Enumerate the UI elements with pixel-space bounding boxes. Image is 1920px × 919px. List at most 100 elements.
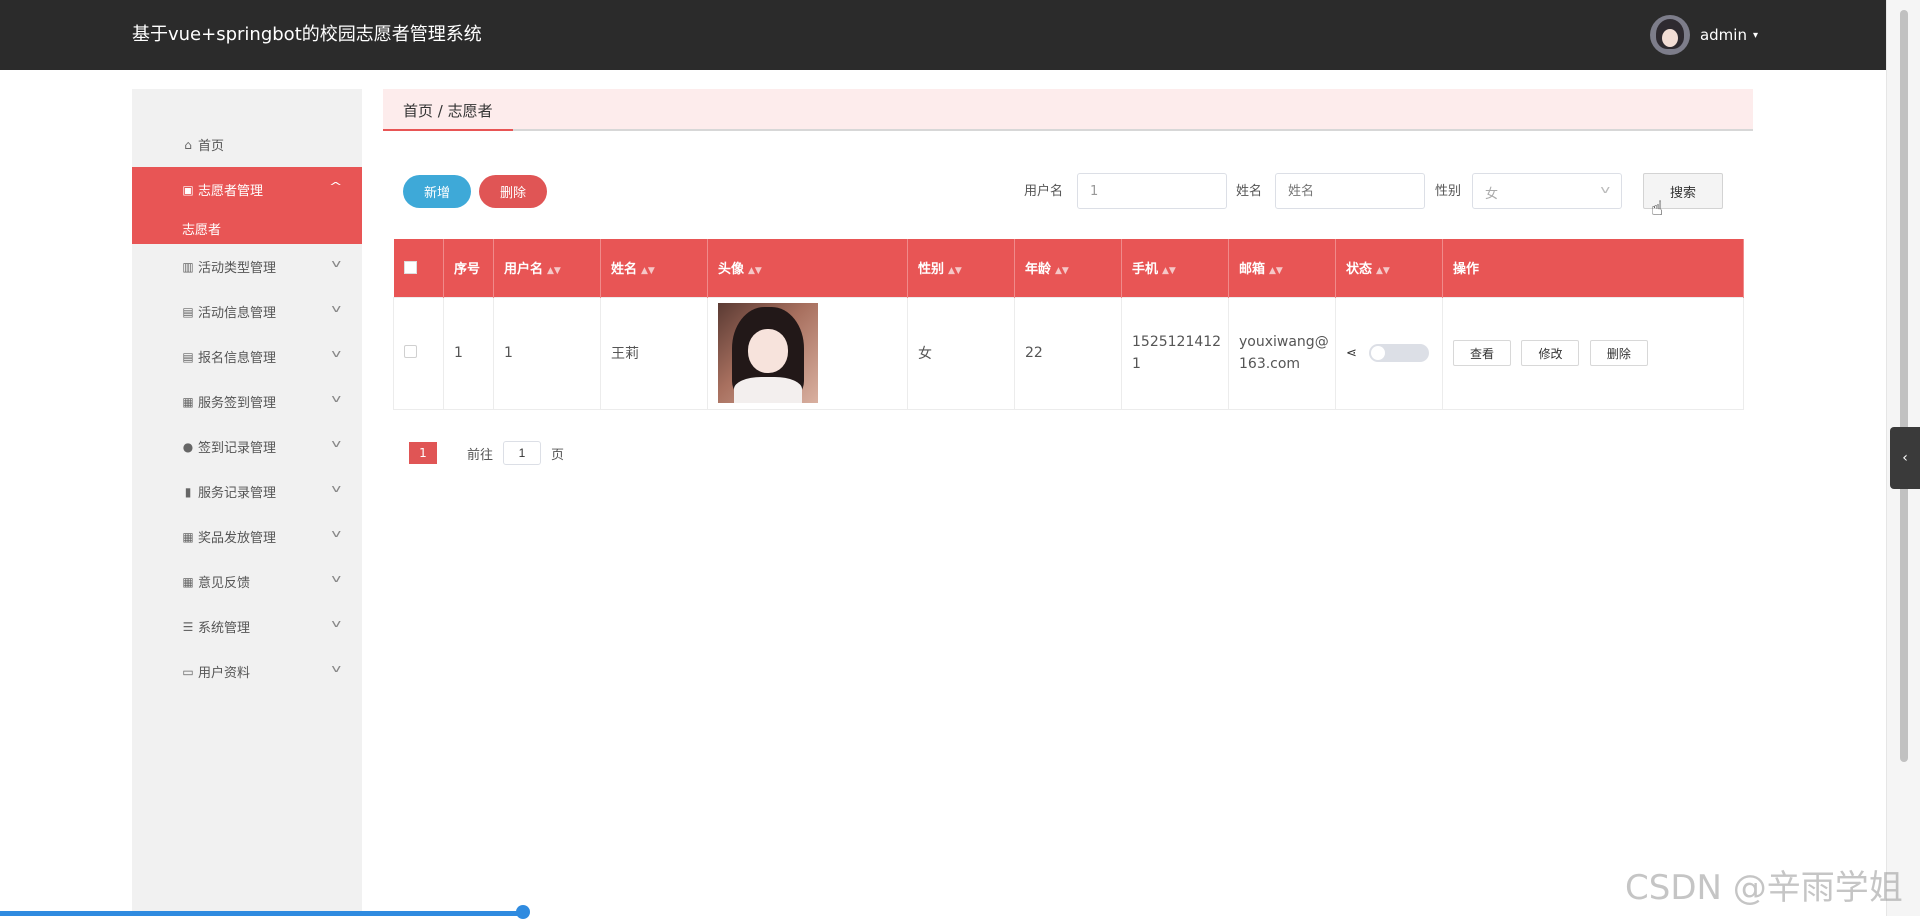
- gender-filter-label: 性别: [1435, 184, 1462, 199]
- column-header[interactable]: 邮箱 ▲▼: [1228, 239, 1336, 297]
- name-filter-label: 姓名: [1236, 184, 1263, 199]
- sidebar-item-feedback[interactable]: ▦ 意见反馈 v: [132, 559, 362, 604]
- page-number-current[interactable]: 1: [409, 442, 437, 464]
- volunteer-table: 序号 用户名 ▲▼ 姓名 ▲▼ 头像 ▲▼ 性别 ▲▼ 年龄 ▲▼ 手机 ▲▼ 邮箱 ▲▼ 状…: [393, 239, 1744, 410]
- sidebar-item-label: 活动信息管理: [198, 306, 277, 321]
- sort-icon: ▲▼: [1376, 266, 1390, 277]
- progress-handle[interactable]: [516, 905, 530, 919]
- column-header[interactable]: 头像 ▲▼: [707, 239, 908, 297]
- sidebar-item-label: 签到记录管理: [198, 441, 277, 456]
- sidebar: ⌂ 首页 ▣ 志愿者管理 ^ 志愿者 ▥ 活动类型管理 v ▤ 活动信息管理 v…: [132, 89, 362, 916]
- clipboard-icon: ▤: [182, 304, 194, 319]
- sidebar-item-label: 志愿者管理: [198, 184, 264, 199]
- sidebar-item-checkin-records[interactable]: ● 签到记录管理 v: [132, 424, 362, 469]
- username-cell: 1: [493, 296, 601, 410]
- sort-icon: ▲▼: [1055, 266, 1069, 277]
- sidebar-item-label: 服务记录管理: [198, 486, 277, 501]
- sidebar-item-home[interactable]: ⌂ 首页: [132, 122, 362, 167]
- sidebar-item-label: 活动类型管理: [198, 261, 277, 276]
- sort-icon: ▲▼: [748, 266, 762, 277]
- gender-cell: 女: [907, 296, 1015, 410]
- row-checkbox[interactable]: [404, 344, 417, 358]
- sidebar-item-volunteer-mgmt[interactable]: ▣ 志愿者管理 ^: [132, 167, 362, 212]
- add-button[interactable]: 新增: [403, 175, 471, 208]
- chart-icon: ▥: [182, 259, 194, 274]
- card-icon: ▭: [182, 664, 194, 679]
- phone-cell: 15251214121: [1121, 296, 1229, 410]
- column-header[interactable]: 手机 ▲▼: [1121, 239, 1229, 297]
- avatar-cell: [707, 296, 908, 410]
- gender-select-value: 女: [1485, 187, 1499, 202]
- top-bar: 基于vue+springbot的校园志愿者管理系统 admin ▾: [0, 0, 1886, 70]
- sidebar-item-user-profile[interactable]: ▭ 用户资料 v: [132, 649, 362, 694]
- chevron-down-icon: v: [1600, 183, 1611, 196]
- chevron-down-icon: v: [331, 617, 342, 630]
- index-cell: 1: [443, 296, 494, 410]
- chevron-down-icon: v: [331, 347, 342, 360]
- sidebar-item-activity-type[interactable]: ▥ 活动类型管理 v: [132, 244, 362, 289]
- sidebar-subitem-volunteer[interactable]: 志愿者: [132, 212, 362, 244]
- sidebar-item-service-records[interactable]: ▮ 服务记录管理 v: [132, 469, 362, 514]
- sort-icon: ▲▼: [948, 266, 962, 277]
- avatar[interactable]: [1649, 15, 1690, 55]
- avatar-image[interactable]: [718, 303, 818, 403]
- chevron-down-icon: v: [331, 392, 342, 405]
- sidebar-item-signup-info[interactable]: ▤ 报名信息管理 v: [132, 334, 362, 379]
- goto-suffix: 页: [551, 447, 565, 463]
- column-header[interactable]: 性别 ▲▼: [907, 239, 1015, 297]
- chevron-down-icon: v: [331, 482, 342, 495]
- grid-icon: ▦: [182, 574, 194, 589]
- status-toggle[interactable]: [1368, 344, 1429, 362]
- caret-down-icon[interactable]: ▾: [1753, 30, 1758, 41]
- chevron-down-icon: v: [331, 572, 342, 585]
- sidebar-item-activity-info[interactable]: ▤ 活动信息管理 v: [132, 289, 362, 334]
- column-header[interactable]: 状态 ▲▼: [1335, 239, 1443, 297]
- delete-button[interactable]: 删除: [479, 175, 547, 208]
- username-label[interactable]: admin: [1700, 26, 1747, 44]
- chevron-down-icon: v: [331, 437, 342, 450]
- list-icon: ▣: [182, 182, 194, 197]
- sidebar-item-label: 用户资料: [198, 666, 251, 681]
- sidebar-item-prize[interactable]: ▦ 奖品发放管理 v: [132, 514, 362, 559]
- sidebar-item-label: 服务签到管理: [198, 396, 277, 411]
- user-menu[interactable]: admin ▾: [1649, 15, 1758, 55]
- sort-icon: ▲▼: [1162, 266, 1176, 277]
- gender-filter-select[interactable]: 女 v: [1472, 173, 1622, 209]
- scrollbar-thumb[interactable]: [1900, 10, 1908, 762]
- chevron-down-icon: v: [331, 302, 342, 315]
- column-header[interactable]: 姓名 ▲▼: [600, 239, 708, 297]
- goto-page-input[interactable]: [503, 441, 542, 465]
- column-header[interactable]: 年龄 ▲▼: [1014, 239, 1122, 297]
- collapse-panel-button[interactable]: ‹: [1890, 427, 1920, 489]
- actions-cell: 查看 修改 删除: [1442, 296, 1744, 410]
- username-filter-input[interactable]: [1077, 173, 1227, 209]
- breadcrumb[interactable]: 首页 / 志愿者: [383, 89, 513, 131]
- chevron-down-icon: v: [331, 257, 342, 270]
- sidebar-item-label: 奖品发放管理: [198, 531, 277, 546]
- column-header[interactable]: 用户名 ▲▼: [493, 239, 601, 297]
- clipboard-icon: ▤: [182, 349, 194, 364]
- edit-button[interactable]: 修改: [1521, 340, 1580, 366]
- chevron-down-icon: v: [331, 527, 342, 540]
- select-all-cell[interactable]: [393, 239, 444, 297]
- sort-icon: ▲▼: [1269, 266, 1283, 277]
- row-delete-button[interactable]: 删除: [1589, 340, 1648, 366]
- sort-icon: ▲▼: [641, 266, 655, 277]
- breadcrumb-bar: 首页 / 志愿者: [383, 89, 1753, 131]
- email-cell: youxiwang@163.com: [1228, 296, 1336, 410]
- grid-icon: ▦: [182, 394, 194, 409]
- progress-bar: [0, 911, 522, 916]
- watermark: CSDN @辛雨学姐: [1625, 868, 1903, 908]
- sidebar-item-service-checkin[interactable]: ▦ 服务签到管理 v: [132, 379, 362, 424]
- row-select-cell[interactable]: [393, 296, 444, 410]
- hand-cursor-icon: ☝: [1651, 196, 1664, 220]
- view-button[interactable]: 查看: [1453, 340, 1511, 366]
- status-cell: ⋖: [1335, 296, 1443, 410]
- sidebar-item-label: 系统管理: [198, 621, 251, 636]
- name-filter-input[interactable]: [1275, 173, 1425, 209]
- select-all-checkbox[interactable]: [403, 261, 417, 275]
- sidebar-item-system[interactable]: ☰ 系统管理 v: [132, 604, 362, 649]
- grid-icon: ▦: [182, 529, 194, 544]
- sidebar-item-label: 报名信息管理: [198, 351, 277, 366]
- sort-icon: ▲▼: [547, 266, 561, 277]
